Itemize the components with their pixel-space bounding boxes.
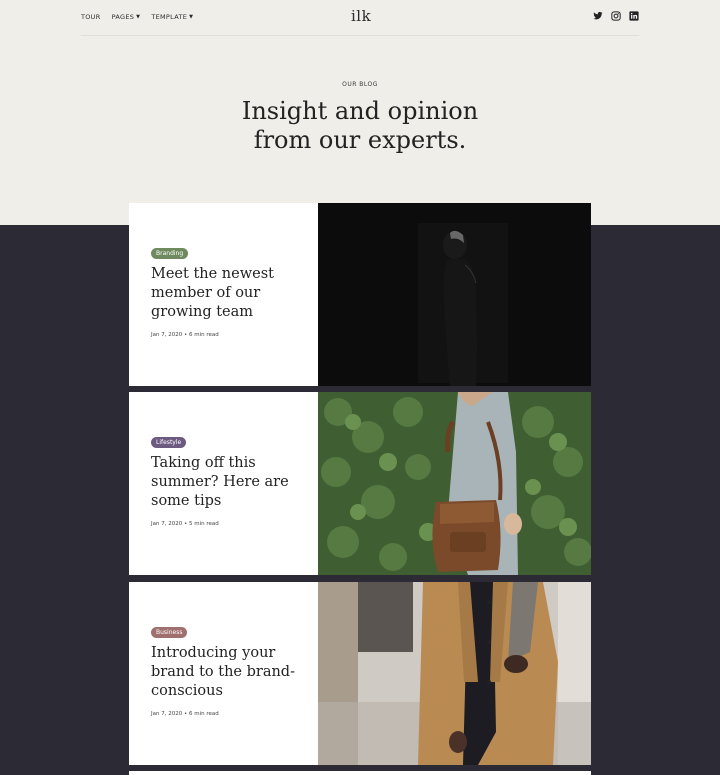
main-nav: TOUR PAGES ▼ TEMPLATE ▼ bbox=[81, 13, 193, 21]
page-title: Insight and opinion from our experts. bbox=[241, 97, 479, 154]
post-image-coat[interactable] bbox=[318, 582, 591, 765]
category-badge[interactable]: Branding bbox=[151, 248, 189, 259]
post-title[interactable]: Meet the newest member of our growing te… bbox=[151, 265, 301, 322]
post-meta: Jan 7, 2020 • 6 min read bbox=[151, 332, 219, 338]
post-title[interactable]: Taking off this summer? Here are some ti… bbox=[151, 454, 301, 511]
next-post-card-edge bbox=[129, 771, 591, 775]
instagram-icon[interactable] bbox=[611, 11, 621, 21]
post-meta: Jan 7, 2020 • 5 min read bbox=[151, 521, 219, 527]
blog-eyebrow: OUR BLOG bbox=[342, 81, 378, 88]
nav-item-template[interactable]: TEMPLATE ▼ bbox=[151, 13, 193, 21]
social-links bbox=[593, 11, 639, 21]
blog-post-card[interactable]: Business Introducing your brand to the b… bbox=[129, 582, 591, 765]
linkedin-icon[interactable] bbox=[629, 11, 639, 21]
caret-down-icon: ▼ bbox=[189, 14, 194, 20]
category-badge[interactable]: Business bbox=[151, 627, 188, 638]
post-text-panel: Business Introducing your brand to the b… bbox=[129, 582, 318, 765]
nav-item-pages[interactable]: PAGES ▼ bbox=[112, 13, 141, 21]
site-header: TOUR PAGES ▼ TEMPLATE ▼ ilk bbox=[81, 0, 639, 36]
post-meta: Jan 7, 2020 • 6 min read bbox=[151, 711, 219, 717]
post-title[interactable]: Introducing your brand to the brand-cons… bbox=[151, 644, 301, 701]
site-logo[interactable]: ilk bbox=[351, 7, 371, 25]
post-image-silhouette[interactable] bbox=[318, 203, 591, 386]
caret-down-icon: ▼ bbox=[136, 14, 141, 20]
category-badge[interactable]: Lifestyle bbox=[151, 437, 187, 448]
blog-post-card[interactable]: Lifestyle Taking off this summer? Here a… bbox=[129, 392, 591, 575]
post-text-panel: Branding Meet the newest member of our g… bbox=[129, 203, 318, 386]
twitter-icon[interactable] bbox=[593, 11, 603, 21]
post-image-backpack[interactable] bbox=[318, 392, 591, 575]
blog-post-card[interactable]: Branding Meet the newest member of our g… bbox=[129, 203, 591, 386]
post-text-panel: Lifestyle Taking off this summer? Here a… bbox=[129, 392, 318, 575]
nav-item-tour[interactable]: TOUR bbox=[81, 13, 101, 21]
